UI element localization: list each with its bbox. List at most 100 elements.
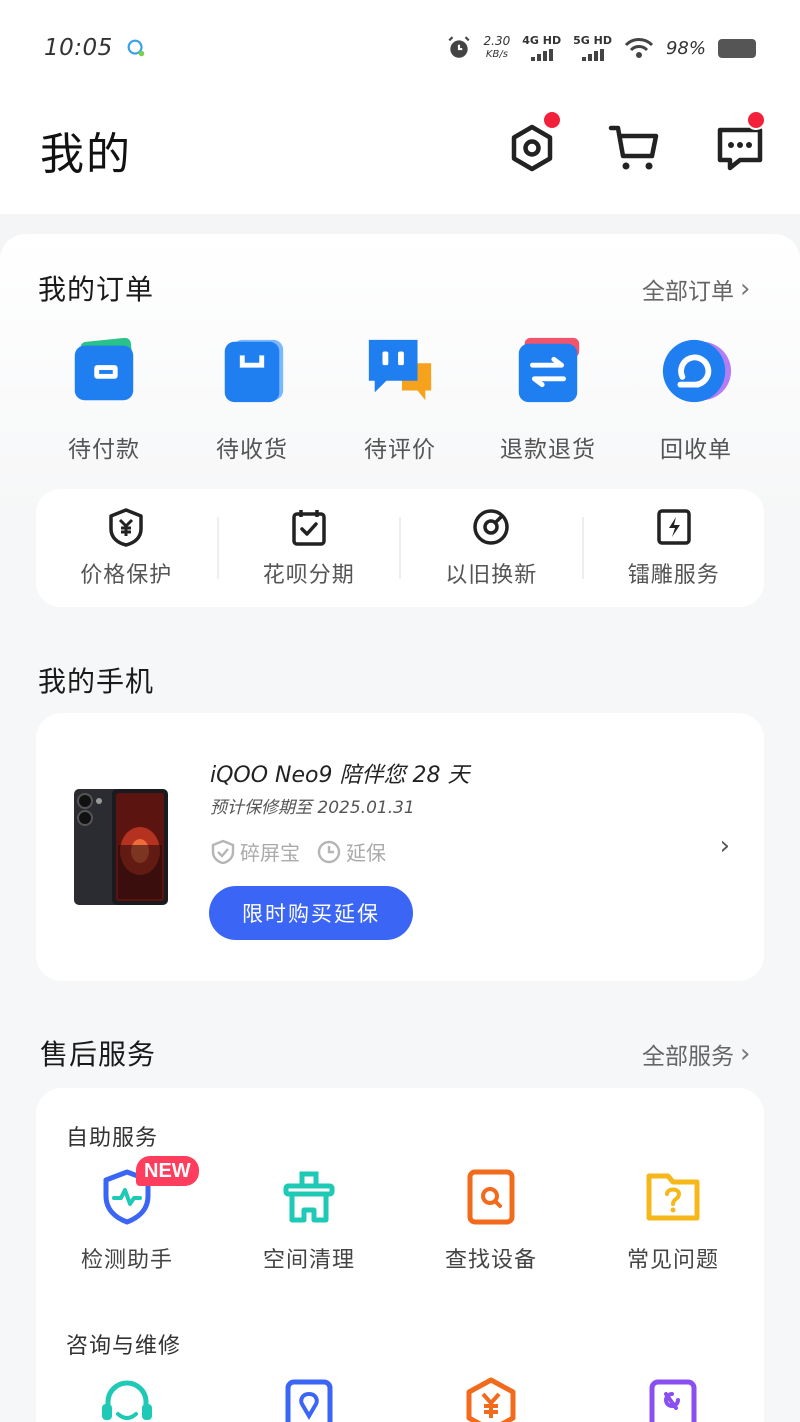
order-refund-return[interactable]: 退款退货 xyxy=(474,334,622,464)
after-sales-card: 自助服务 NEW 检测助手 空间清理 查找设备 常见问题 咨询与维修 xyxy=(36,1088,764,1422)
settings-button[interactable] xyxy=(506,110,562,174)
tag-extended-warranty[interactable]: 延保 xyxy=(316,837,386,866)
bag-icon xyxy=(224,339,284,403)
consult-repair-title: 咨询与维修 xyxy=(66,1334,182,1359)
orders-title: 我的订单 xyxy=(38,273,155,306)
sim2-signal: 5G HD xyxy=(573,35,612,61)
svc-detect-assistant-label: 检测助手 xyxy=(80,1248,173,1273)
sim2-label: 5G HD xyxy=(573,34,612,47)
svc-find-device-label: 查找设备 xyxy=(444,1248,537,1273)
all-services-label: 全部服务 xyxy=(642,1044,734,1070)
order-recycle[interactable]: 回收单 xyxy=(622,334,770,464)
price-icon xyxy=(466,1377,516,1422)
tag-screen-protection-label: 碎屏宝 xyxy=(240,841,300,865)
svc-repair-price[interactable] xyxy=(400,1376,582,1422)
svc-space-cleanup-label: 空间清理 xyxy=(262,1248,355,1273)
battery-icon xyxy=(718,38,756,58)
page-title: 我的 xyxy=(40,129,132,180)
quick-laser-engraving-label: 镭雕服务 xyxy=(627,563,720,588)
chevron-right-icon[interactable]: › xyxy=(720,831,730,861)
svc-space-cleanup[interactable]: 空间清理 xyxy=(218,1168,400,1274)
quick-laser-engraving[interactable]: 镭雕服务 xyxy=(584,507,765,589)
location-icon xyxy=(285,1379,333,1422)
buy-extended-warranty-button[interactable]: 限时购买延保 xyxy=(209,886,413,940)
quick-trade-in-label: 以旧换新 xyxy=(445,563,538,588)
message-button[interactable] xyxy=(714,110,766,174)
find-device-icon xyxy=(467,1169,515,1225)
protection-tags: 碎屏宝 延保 xyxy=(210,837,386,866)
order-pending-payment[interactable]: 待付款 xyxy=(30,334,178,464)
tag-extended-warranty-label: 延保 xyxy=(346,841,386,865)
quick-price-protection-label: 价格保护 xyxy=(80,563,173,588)
all-services-link[interactable]: 全部服务 › xyxy=(642,1037,750,1071)
clock-icon xyxy=(317,840,341,863)
quick-trade-in[interactable]: 以旧换新 xyxy=(401,507,582,589)
quick-services-card: 价格保护 花呗分期 以旧换新 镭雕服务 xyxy=(36,489,764,607)
clean-icon xyxy=(283,1171,335,1223)
self-service-row: NEW 检测助手 空间清理 查找设备 常见问题 xyxy=(36,1156,764,1274)
order-pending-receipt[interactable]: 待收货 xyxy=(178,334,326,464)
headset-icon xyxy=(102,1380,152,1420)
sim1-signal: 4G HD xyxy=(522,35,561,61)
order-recycle-label: 回收单 xyxy=(660,437,732,463)
comment-icon xyxy=(368,339,432,401)
svc-online-support[interactable] xyxy=(36,1376,218,1422)
laser-icon xyxy=(657,509,691,545)
device-name: iQOO Neo9 陪伴您 28 天 xyxy=(210,763,470,788)
sim1-label: 4G HD xyxy=(522,34,562,47)
new-badge: NEW xyxy=(136,1156,199,1186)
status-indicators: 2.30 KB/s 4G HD 5G HD 98% xyxy=(446,35,756,61)
status-bar: 10:05 2.30 KB/s 4G HD 5G HD 98% xyxy=(0,0,800,96)
phone-image xyxy=(74,789,168,905)
settings-badge-dot xyxy=(542,110,562,130)
signal-bars-icon xyxy=(530,49,553,61)
cart-button[interactable] xyxy=(608,122,660,174)
alarm-icon xyxy=(448,36,470,58)
chat-bubble-icon xyxy=(127,39,145,57)
net-speed-unit: KB/s xyxy=(485,49,508,60)
message-badge-dot xyxy=(746,110,766,130)
order-pending-review-label: 待评价 xyxy=(364,437,436,463)
wallet-icon xyxy=(74,337,134,401)
all-orders-link[interactable]: 全部订单 › xyxy=(642,272,750,306)
order-refund-return-label: 退款退货 xyxy=(500,437,596,463)
order-pending-payment-label: 待付款 xyxy=(68,437,140,463)
quick-huabei-installment-label: 花呗分期 xyxy=(262,563,355,588)
svc-faq-label: 常见问题 xyxy=(626,1248,719,1273)
calendar-check-icon xyxy=(292,510,326,546)
self-service-title: 自助服务 xyxy=(66,1126,159,1151)
faq-folder-icon xyxy=(646,1173,700,1221)
net-speed: 2.30 KB/s xyxy=(484,35,511,61)
shield-check-icon xyxy=(211,839,235,864)
quick-price-protection[interactable]: 价格保护 xyxy=(36,507,217,589)
svc-detect-assistant[interactable]: NEW 检测助手 xyxy=(36,1156,218,1274)
quick-huabei-installment[interactable]: 花呗分期 xyxy=(219,507,400,589)
cart-icon xyxy=(608,125,659,170)
trade-in-icon xyxy=(473,509,509,545)
net-speed-value: 2.30 xyxy=(483,34,511,48)
message-icon xyxy=(717,127,763,171)
svc-service-center[interactable] xyxy=(218,1376,400,1422)
order-pending-review[interactable]: 待评价 xyxy=(326,334,474,464)
wifi-icon xyxy=(624,38,654,58)
chevron-right-icon: › xyxy=(740,274,751,304)
my-phone-card[interactable]: iQOO Neo9 陪伴您 28 天 预计保修期至 2025.01.31 碎屏宝… xyxy=(36,713,764,981)
warranty-date: 预计保修期至 2025.01.31 xyxy=(210,798,415,818)
svc-repair-request[interactable] xyxy=(582,1376,764,1422)
svc-faq[interactable]: 常见问题 xyxy=(582,1168,764,1274)
price-shield-icon xyxy=(109,508,143,547)
battery-percent: 98% xyxy=(665,37,706,59)
repair-icon xyxy=(649,1379,697,1422)
order-status-row: 待付款 待收货 待评价 退款退货 回收单 xyxy=(30,334,770,464)
recycle-icon xyxy=(662,339,732,403)
tag-screen-protection[interactable]: 碎屏宝 xyxy=(210,837,300,866)
svc-find-device[interactable]: 查找设备 xyxy=(400,1168,582,1274)
my-phone-title: 我的手机 xyxy=(38,665,155,698)
signal-bars-icon xyxy=(581,49,604,61)
status-time: 10:05 xyxy=(44,35,113,61)
order-pending-receipt-label: 待收货 xyxy=(216,437,288,463)
chevron-right-icon: › xyxy=(740,1039,751,1069)
all-orders-label: 全部订单 xyxy=(642,279,734,305)
header: 我的 xyxy=(0,96,800,214)
consult-repair-row xyxy=(36,1376,764,1422)
